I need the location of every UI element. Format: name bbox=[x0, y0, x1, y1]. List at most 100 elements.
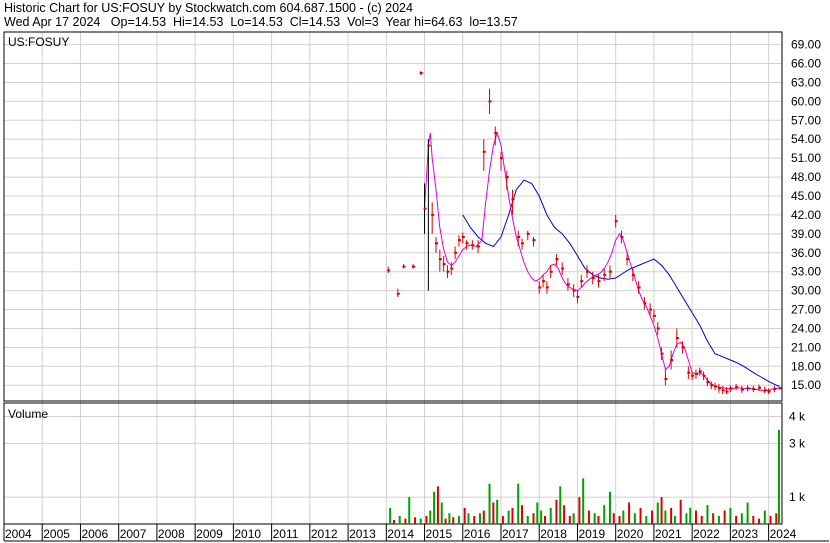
price-close-tick bbox=[652, 314, 656, 317]
volume-bar bbox=[775, 513, 778, 524]
price-close-tick bbox=[778, 387, 782, 390]
year-tick-label: 2016 bbox=[464, 527, 491, 541]
volume-bar bbox=[763, 510, 766, 524]
volume-bar bbox=[639, 507, 642, 524]
year-tick-label: 2009 bbox=[196, 527, 223, 541]
price-close-tick bbox=[656, 327, 660, 330]
price-close-tick bbox=[488, 100, 492, 103]
price-close-tick bbox=[482, 150, 486, 153]
price-close-tick bbox=[694, 372, 698, 375]
price-tick-label: 24.00 bbox=[791, 321, 821, 335]
volume-bar bbox=[656, 502, 659, 524]
moving-average-long bbox=[462, 179, 780, 387]
volume-bar bbox=[482, 510, 485, 524]
volume-bar bbox=[673, 515, 676, 524]
volume-bar bbox=[712, 513, 715, 524]
price-tick-label: 66.00 bbox=[791, 57, 821, 71]
price-close-tick bbox=[450, 267, 454, 270]
price-close-tick bbox=[454, 251, 458, 254]
volume-bar bbox=[568, 515, 571, 524]
price-tick-label: 42.00 bbox=[791, 208, 821, 222]
price-close-tick bbox=[746, 387, 750, 390]
price-close-tick bbox=[566, 283, 570, 286]
price-close-tick bbox=[767, 390, 771, 393]
price-tick-label: 15.00 bbox=[791, 378, 821, 392]
year-tick-label: 2007 bbox=[120, 527, 147, 541]
volume-bar bbox=[628, 502, 631, 524]
price-close-tick bbox=[687, 371, 691, 374]
price-close-tick bbox=[597, 280, 601, 283]
price-close-tick bbox=[626, 258, 630, 261]
price-close-tick bbox=[572, 289, 576, 292]
volume-bar bbox=[664, 510, 667, 524]
price-close-tick bbox=[675, 336, 679, 339]
price-close-tick bbox=[758, 386, 762, 389]
price-tick-label: 69.00 bbox=[791, 38, 821, 52]
price-close-tick bbox=[576, 295, 580, 298]
price-close-tick bbox=[442, 263, 446, 266]
volume-bars bbox=[389, 429, 780, 524]
volume-bar bbox=[488, 483, 491, 524]
price-close-tick bbox=[542, 280, 546, 283]
price-close-tick bbox=[691, 374, 695, 377]
price-close-tick bbox=[721, 389, 725, 392]
price-close-tick bbox=[631, 273, 635, 276]
volume-bar bbox=[700, 515, 703, 524]
price-close-tick bbox=[643, 302, 647, 305]
volume-bar bbox=[496, 499, 499, 524]
volume-bar bbox=[429, 510, 432, 524]
year-tick-label: 2020 bbox=[617, 527, 644, 541]
volume-bar bbox=[582, 478, 585, 524]
volume-bar bbox=[746, 502, 749, 524]
price-close-tick bbox=[580, 280, 584, 283]
price-tick-label: 33.00 bbox=[791, 265, 821, 279]
price-close-tick bbox=[735, 386, 739, 389]
year-tick-label: 2015 bbox=[426, 527, 453, 541]
volume-bar bbox=[473, 515, 476, 524]
grid-lines bbox=[3, 32, 782, 524]
price-close-tick bbox=[681, 346, 685, 349]
year-tick-label: 2024 bbox=[770, 527, 797, 541]
volume-bar bbox=[549, 507, 552, 524]
year-tick-label: 2011 bbox=[273, 527, 299, 541]
volume-panel-title: Volume bbox=[8, 407, 48, 421]
price-close-tick bbox=[505, 176, 509, 179]
price-panel-frame bbox=[3, 31, 783, 402]
volume-bar bbox=[752, 515, 755, 524]
volume-bar bbox=[685, 513, 688, 524]
price-close-tick bbox=[511, 198, 515, 201]
volume-bar bbox=[433, 491, 436, 524]
volume-bar bbox=[389, 507, 392, 524]
price-panel-title: US:FOSUY bbox=[8, 35, 69, 49]
price-tick-label: 48.00 bbox=[791, 170, 821, 184]
volume-bar bbox=[419, 518, 422, 524]
price-close-tick bbox=[555, 258, 559, 261]
volume-bar bbox=[526, 515, 529, 524]
volume-bar bbox=[452, 517, 455, 524]
price-tick-label: 63.00 bbox=[791, 75, 821, 89]
price-close-tick bbox=[446, 270, 450, 273]
price-close-tick bbox=[608, 270, 612, 273]
volume-bar bbox=[511, 507, 514, 524]
volume-bar bbox=[723, 510, 726, 524]
volume-bar bbox=[729, 507, 732, 524]
volume-bar bbox=[670, 507, 673, 524]
year-tick-label: 2010 bbox=[234, 527, 261, 541]
price-close-tick bbox=[620, 236, 624, 238]
volume-bar bbox=[467, 513, 470, 524]
moving-average-short bbox=[424, 131, 780, 392]
year-tick-label: 2021 bbox=[655, 527, 682, 541]
volume-bar bbox=[740, 513, 743, 524]
price-close-tick bbox=[660, 352, 664, 355]
volume-bar bbox=[597, 515, 600, 524]
volume-tick-label: 3 k bbox=[789, 436, 806, 450]
volume-bar bbox=[578, 497, 581, 524]
price-close-tick bbox=[526, 232, 530, 235]
price-close-tick bbox=[740, 388, 744, 391]
volume-bar bbox=[425, 515, 428, 524]
price-close-tick bbox=[423, 207, 427, 210]
volume-axis-labels: 4 k 3 k 1 k bbox=[789, 409, 806, 504]
volume-bar bbox=[717, 515, 720, 524]
price-close-tick bbox=[591, 277, 595, 279]
volume-panel-frame bbox=[3, 402, 783, 525]
